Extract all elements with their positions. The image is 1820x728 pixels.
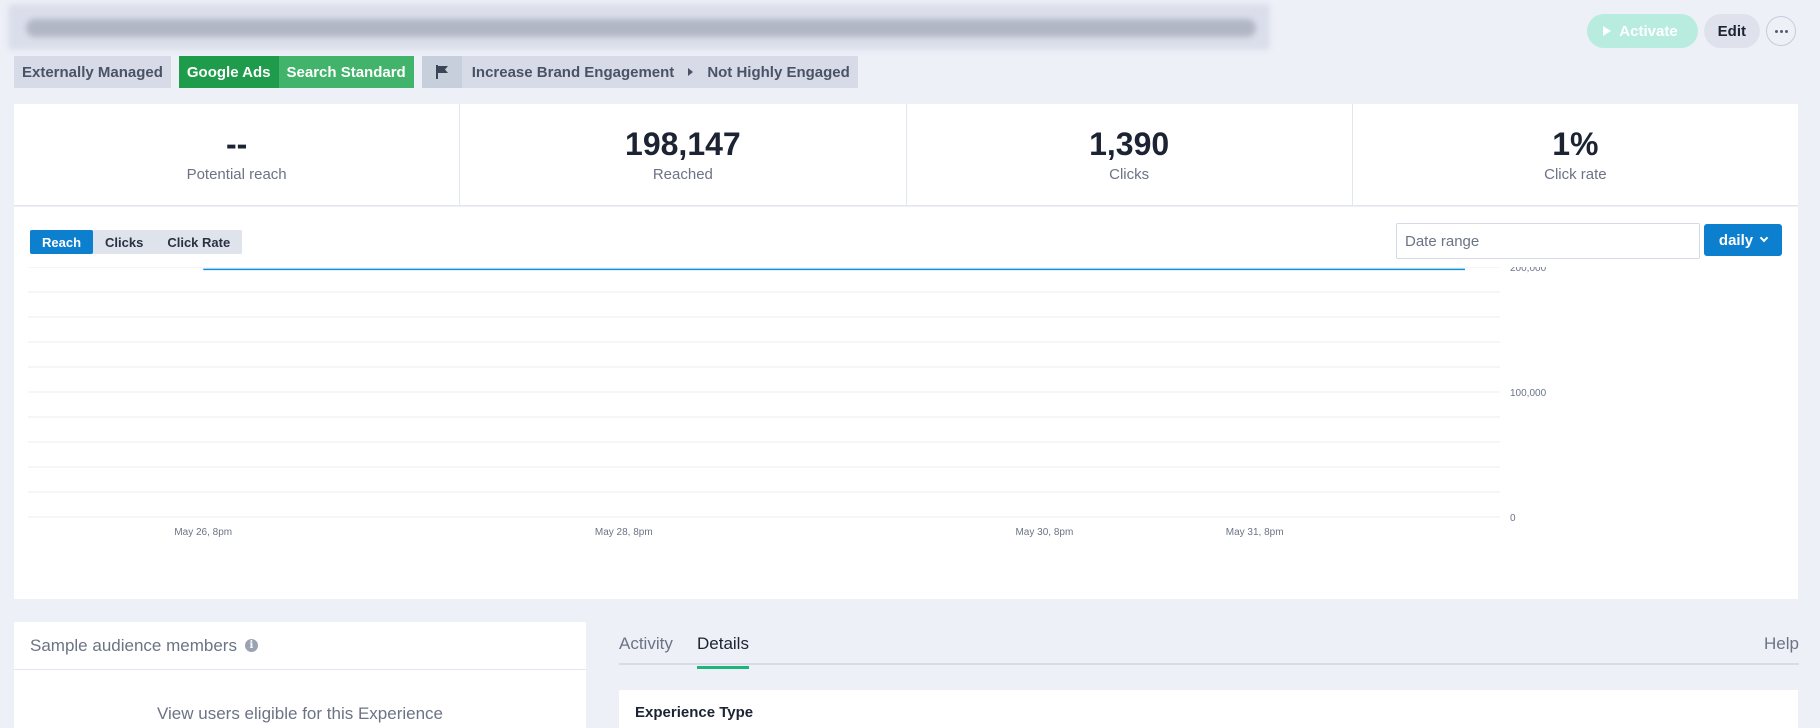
y-tick-label: 0 bbox=[1510, 513, 1516, 524]
x-tick-label: May 30, 8pm bbox=[1015, 527, 1073, 538]
tab-activity[interactable]: Activity bbox=[619, 634, 673, 666]
stat-value: 198,147 bbox=[625, 126, 741, 162]
channel-tag: Google Ads bbox=[178, 56, 279, 88]
stat-value: -- bbox=[225, 126, 248, 162]
details-card: Experience Type bbox=[619, 690, 1798, 728]
stat-value: 1,390 bbox=[1089, 126, 1170, 162]
edit-button[interactable]: Edit bbox=[1703, 14, 1760, 48]
stat-reached: 198,147 Reached bbox=[460, 104, 907, 205]
tab-details[interactable]: Details bbox=[697, 634, 749, 669]
help-link[interactable]: Help bbox=[1764, 634, 1799, 654]
chevron-down-icon bbox=[1759, 233, 1769, 243]
y-tick-label: 100,000 bbox=[1510, 388, 1547, 399]
segment-label: Not Highly Engaged bbox=[707, 63, 850, 81]
experience-title-redacted bbox=[8, 4, 1270, 50]
info-icon[interactable]: i bbox=[244, 639, 258, 652]
metric-toggle: Reach Clicks Click Rate bbox=[30, 230, 243, 254]
y-tick-label: 200,000 bbox=[1510, 267, 1547, 274]
more-options-button[interactable] bbox=[1766, 16, 1796, 46]
sample-audience-card: Sample audience members i View users eli… bbox=[14, 622, 586, 728]
goal-breadcrumb[interactable]: Increase Brand Engagement Not Highly Eng… bbox=[421, 56, 858, 88]
goal-label: Increase Brand Engagement bbox=[471, 63, 675, 81]
stat-click-rate: 1% Click rate bbox=[1353, 104, 1798, 205]
stat-clicks: 1,390 Clicks bbox=[907, 104, 1353, 205]
activate-label: Activate bbox=[1619, 22, 1678, 40]
metrics-chart-card: Reach Clicks Click Rate Date range daily… bbox=[14, 207, 1798, 599]
detail-tabs: Activity Details Help bbox=[619, 622, 1799, 669]
stat-label: Clicks bbox=[1109, 166, 1150, 183]
date-range-input[interactable]: Date range bbox=[1396, 223, 1700, 259]
x-tick-label: May 26, 8pm bbox=[174, 527, 232, 538]
campaign-type-tag: Search Standard bbox=[278, 56, 414, 88]
stat-potential-reach: -- Potential reach bbox=[14, 104, 461, 205]
tab-reach[interactable]: Reach bbox=[30, 230, 94, 254]
channel-tag-group: Google Ads Search Standard bbox=[178, 56, 414, 88]
experience-type-heading: Experience Type bbox=[635, 704, 754, 721]
audience-link[interactable]: View users eligible for this Experience bbox=[14, 670, 586, 724]
stat-label: Potential reach bbox=[186, 166, 287, 183]
managed-tag: Externally Managed bbox=[14, 56, 171, 88]
play-icon bbox=[1603, 26, 1612, 36]
tag-bar: Externally Managed Google Ads Search Sta… bbox=[14, 56, 858, 88]
caret-right-icon bbox=[688, 68, 694, 76]
audience-title: Sample audience members bbox=[30, 635, 237, 655]
x-tick-label: May 31, 8pm bbox=[1226, 527, 1284, 538]
top-actions: Activate Edit bbox=[1587, 14, 1796, 48]
flag-icon bbox=[421, 56, 462, 88]
stat-label: Reached bbox=[652, 166, 713, 183]
ellipsis-icon bbox=[1774, 29, 1778, 33]
reach-line-chart: 0 100,000 200,000 May 26, 8pm May 28, 8pm May… bbox=[28, 267, 1547, 538]
stat-value: 1% bbox=[1552, 126, 1599, 162]
tab-clicks[interactable]: Clicks bbox=[93, 230, 155, 254]
interval-dropdown[interactable]: daily bbox=[1704, 224, 1782, 256]
tab-click-rate[interactable]: Click Rate bbox=[155, 230, 242, 254]
stat-label: Click rate bbox=[1544, 166, 1607, 183]
x-tick-label: May 28, 8pm bbox=[595, 527, 653, 538]
activate-button[interactable]: Activate bbox=[1587, 14, 1698, 48]
stats-summary: -- Potential reach 198,147 Reached 1,390… bbox=[14, 104, 1798, 206]
interval-label: daily bbox=[1718, 231, 1754, 249]
